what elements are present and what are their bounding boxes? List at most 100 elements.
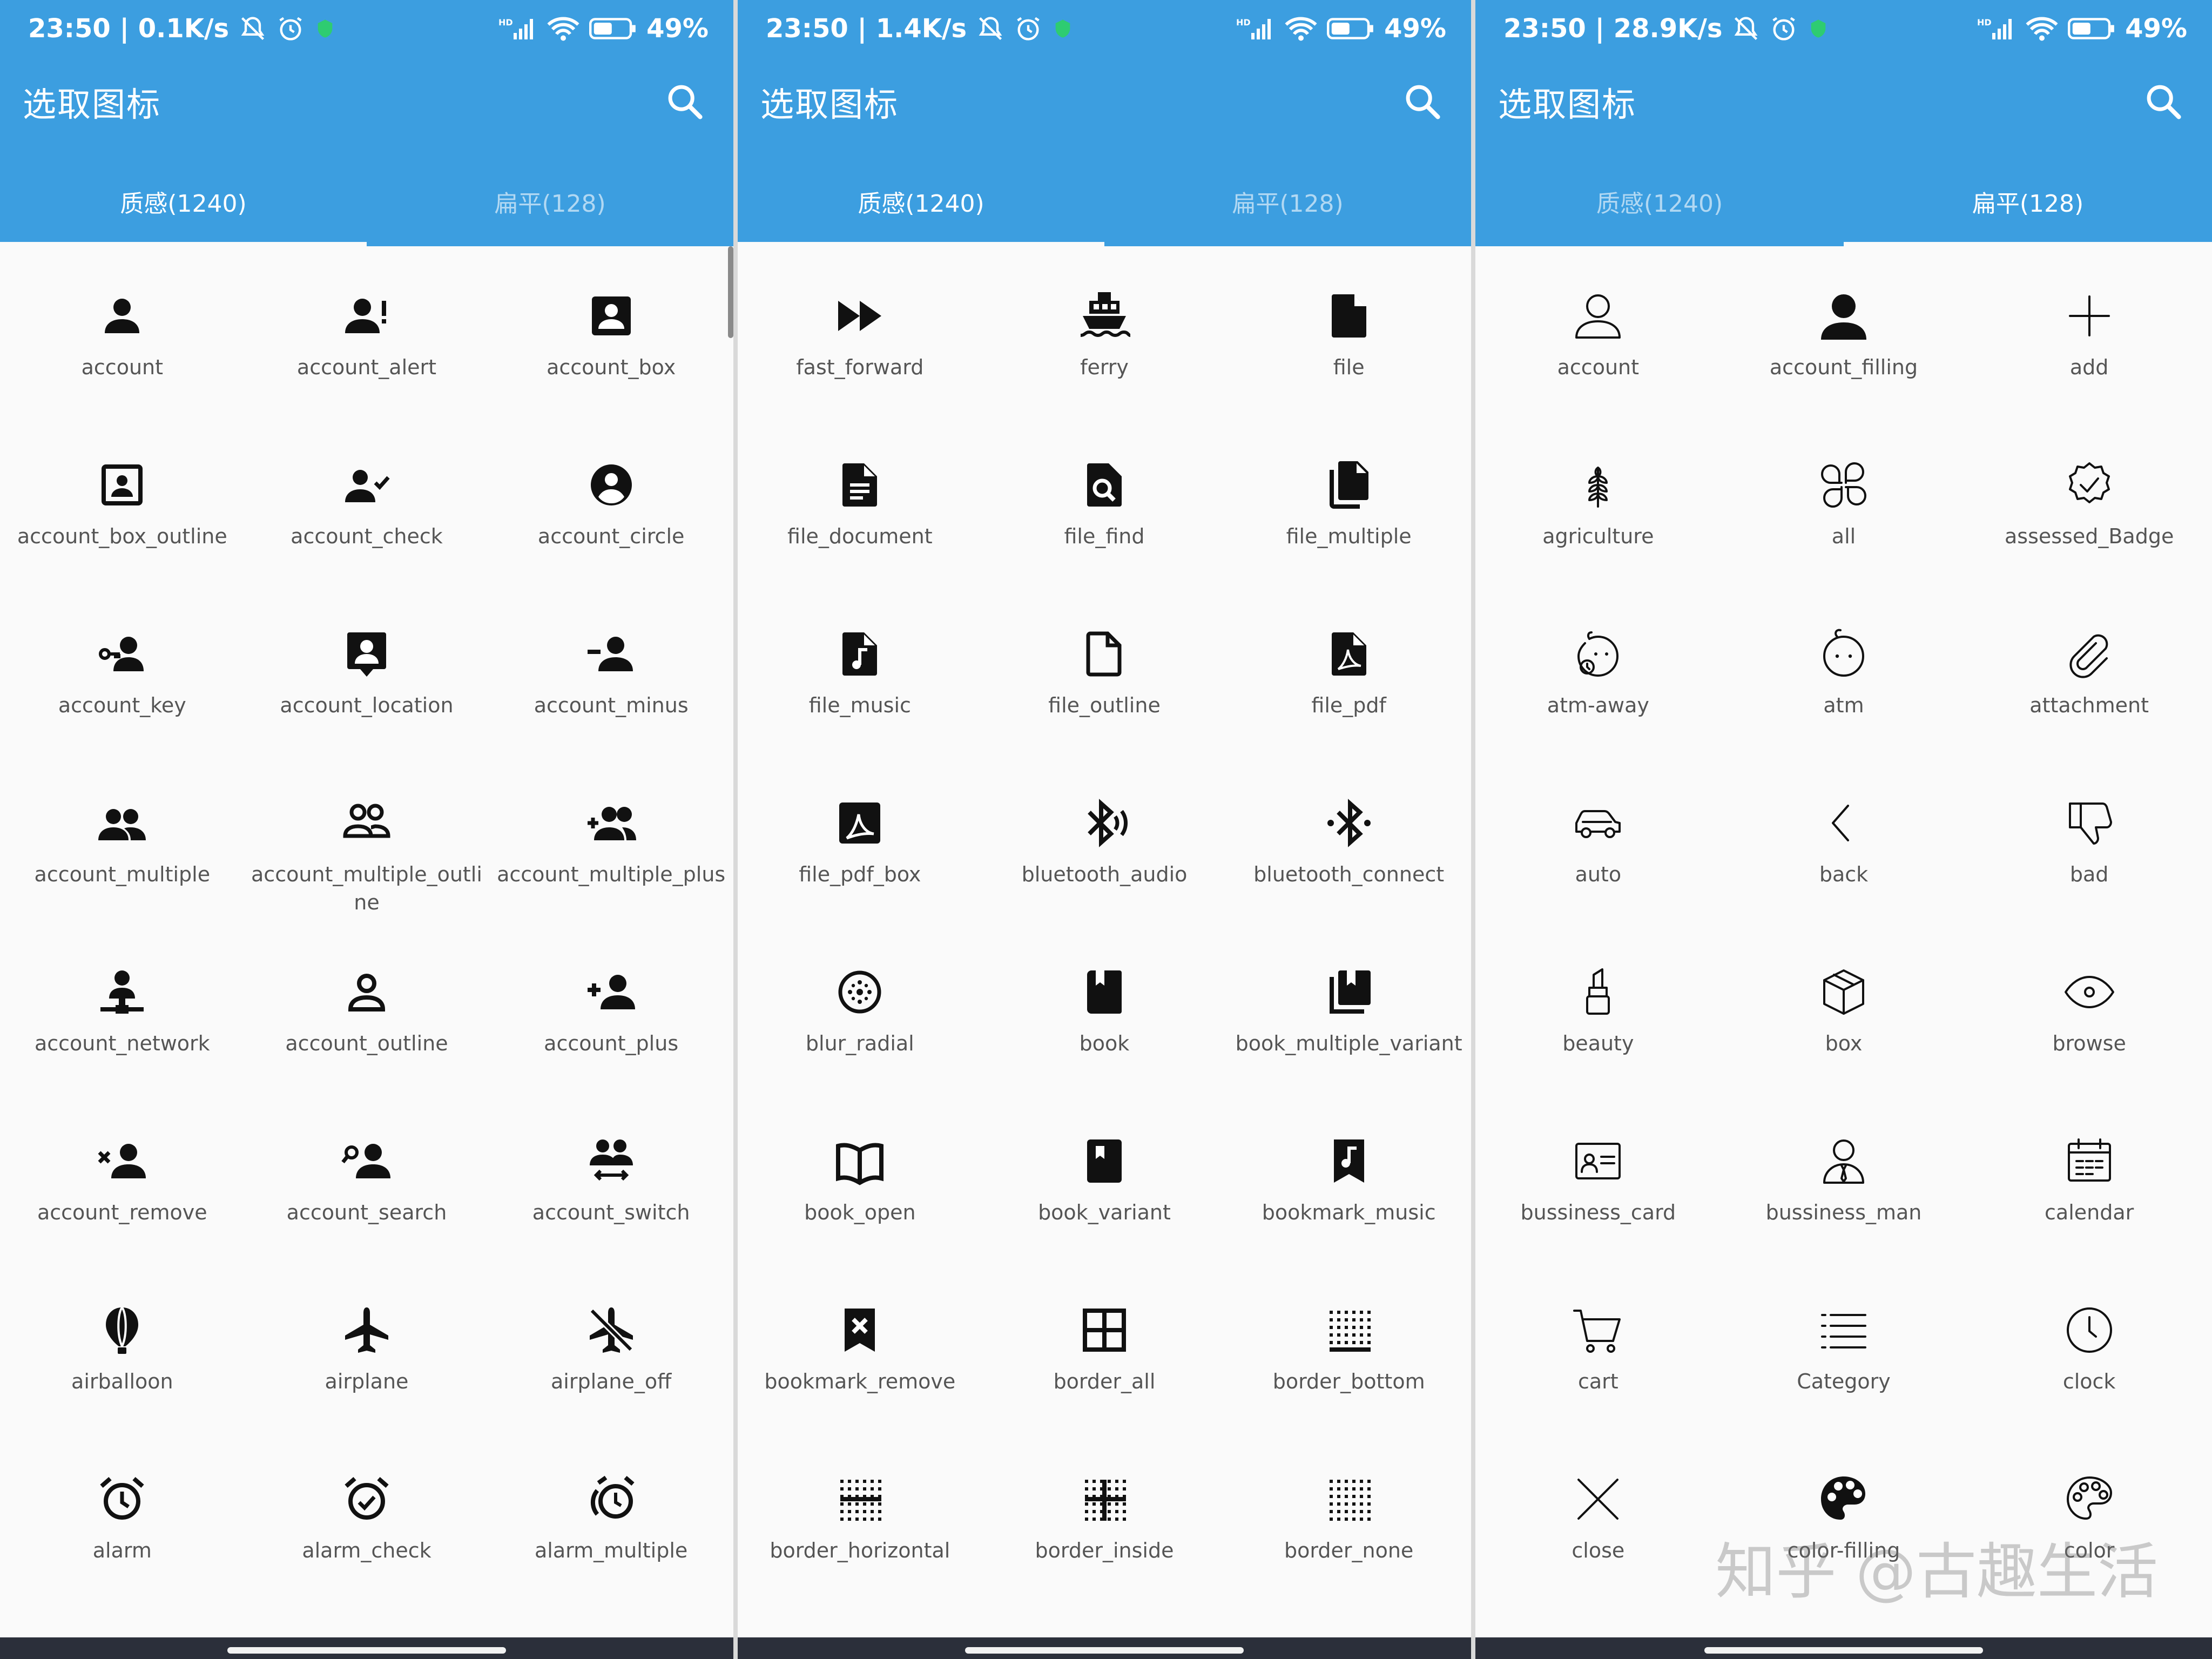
icon-grid-item[interactable]: border_inside <box>982 1442 1227 1611</box>
icon-grid-item[interactable]: border_none <box>1226 1442 1471 1611</box>
icon-grid-item[interactable]: book_variant <box>982 1104 1227 1273</box>
icon-grid-item[interactable]: ferry <box>982 259 1227 428</box>
icon-grid-item[interactable]: account_plus <box>489 935 733 1104</box>
tab-flat[interactable]: 扁平(128) <box>367 172 733 231</box>
icon-grid-item[interactable]: auto <box>1475 766 1721 935</box>
icon-grid-item[interactable]: cart <box>1475 1273 1721 1442</box>
icon-grid-item[interactable]: account_multiple_outline <box>245 766 489 935</box>
icon-grid-item[interactable]: file_music <box>738 597 982 766</box>
icon-grid-item[interactable]: book_multiple_variant <box>1226 935 1471 1104</box>
icon-grid-item[interactable]: book <box>982 935 1227 1104</box>
battery-icon <box>1327 18 1373 39</box>
icon-grid-item[interactable]: border_horizontal <box>738 1442 982 1611</box>
people-icon <box>92 793 152 853</box>
alarm-status-icon <box>1772 17 1796 41</box>
icon-grid-item[interactable]: account <box>0 259 245 428</box>
icon-grid-item[interactable]: airplane <box>245 1273 489 1442</box>
icon-grid-item[interactable]: file_document <box>738 428 982 597</box>
icon-grid-item[interactable]: alarm_check <box>245 1442 489 1611</box>
icon-grid-item[interactable]: calendar <box>1966 1104 2212 1273</box>
icon-grid-item[interactable]: bluetooth_connect <box>1226 766 1471 935</box>
tab-material[interactable]: 质感(1240) <box>1475 172 1844 231</box>
tab-flat[interactable]: 扁平(128) <box>1844 172 2212 246</box>
icon-grid-item[interactable]: account_filling <box>1721 259 1967 428</box>
icon-grid-item[interactable]: file_outline <box>982 597 1227 766</box>
icon-grid-item[interactable]: clock <box>1966 1273 2212 1442</box>
icon-label: alarm_multiple <box>535 1539 688 1562</box>
scrollbar[interactable] <box>728 246 733 338</box>
tab-material[interactable]: 质感(1240) <box>738 172 1104 246</box>
icon-grid-item[interactable]: account_switch <box>489 1104 733 1273</box>
tab-material[interactable]: 质感(1240) <box>0 172 367 246</box>
icon-grid-item[interactable]: close <box>1475 1442 1721 1611</box>
icon-grid-item[interactable]: back <box>1721 766 1967 935</box>
icon-grid-item[interactable]: account_box <box>489 259 733 428</box>
icon-grid-item[interactable]: account_key <box>0 597 245 766</box>
icon-grid-item[interactable]: account_remove <box>0 1104 245 1273</box>
icon-grid-item[interactable]: file_multiple <box>1226 428 1471 597</box>
icon-grid-item[interactable]: attachment <box>1966 597 2212 766</box>
search-icon[interactable] <box>664 81 705 122</box>
file-icon <box>1319 286 1379 346</box>
icon-grid-item[interactable]: fast_forward <box>738 259 982 428</box>
icon-grid-item[interactable]: account_network <box>0 935 245 1104</box>
icon-grid-item[interactable]: account_search <box>245 1104 489 1273</box>
icon-grid-item[interactable]: atm-away <box>1475 597 1721 766</box>
icon-label: account_remove <box>37 1201 207 1224</box>
icon-grid-item[interactable]: account_circle <box>489 428 733 597</box>
icon-grid-item[interactable]: account <box>1475 259 1721 428</box>
icon-grid-item[interactable]: box <box>1721 935 1967 1104</box>
icon-grid-item[interactable]: agriculture <box>1475 428 1721 597</box>
icon-grid-item[interactable]: bad <box>1966 766 2212 935</box>
icon-grid-item[interactable]: airballoon <box>0 1273 245 1442</box>
icon-grid-item[interactable]: bluetooth_audio <box>982 766 1227 935</box>
icon-label: ferry <box>1080 355 1129 379</box>
home-indicator[interactable] <box>965 1647 1244 1654</box>
icon-grid-item[interactable]: account_outline <box>245 935 489 1104</box>
lipstick-icon <box>1568 962 1628 1022</box>
icon-grid-item[interactable]: border_all <box>982 1273 1227 1442</box>
icon-grid-item[interactable]: airplane_off <box>489 1273 733 1442</box>
icon-grid-item[interactable]: beauty <box>1475 935 1721 1104</box>
icon-grid-item[interactable]: account_check <box>245 428 489 597</box>
icon-grid-item[interactable]: all <box>1721 428 1967 597</box>
icon-grid-item[interactable]: browse <box>1966 935 2212 1104</box>
bluetooth-connect-icon <box>1319 793 1379 853</box>
icon-grid-item[interactable]: bussiness_card <box>1475 1104 1721 1273</box>
icon-grid-item[interactable]: account_multiple <box>0 766 245 935</box>
icon-grid-item[interactable]: bookmark_music <box>1226 1104 1471 1273</box>
icon-grid-item[interactable]: Category <box>1721 1273 1967 1442</box>
icon-grid-item[interactable]: account_location <box>245 597 489 766</box>
icon-grid-item[interactable]: assessed_Badge <box>1966 428 2212 597</box>
home-indicator[interactable] <box>227 1647 506 1654</box>
icon-grid-item[interactable]: add <box>1966 259 2212 428</box>
icon-grid-item[interactable]: atm <box>1721 597 1967 766</box>
clock-icon <box>2060 1300 2119 1360</box>
icon-grid-item[interactable]: blur_radial <box>738 935 982 1104</box>
icon-grid-item[interactable]: bookmark_remove <box>738 1273 982 1442</box>
file-pdf-icon <box>1319 624 1379 684</box>
icon-grid-item[interactable]: book_open <box>738 1104 982 1273</box>
icon-grid-item[interactable]: account_multiple_plus <box>489 766 733 935</box>
home-indicator[interactable] <box>1704 1647 1983 1654</box>
icon-grid-item[interactable]: bussiness_man <box>1721 1104 1967 1273</box>
icon-grid-item[interactable]: border_bottom <box>1226 1273 1471 1442</box>
signal-icon: HD <box>1236 17 1271 39</box>
icon-label: atm <box>1823 693 1864 717</box>
icon-grid-item[interactable]: account_minus <box>489 597 733 766</box>
icon-grid-item[interactable]: alarm_multiple <box>489 1442 733 1611</box>
tab-flat[interactable]: 扁平(128) <box>1104 172 1471 231</box>
icon-grid-item[interactable]: alarm <box>0 1442 245 1611</box>
icon-grid-item[interactable]: file_pdf <box>1226 597 1471 766</box>
icon-grid-item[interactable]: account_box_outline <box>0 428 245 597</box>
search-icon[interactable] <box>1402 81 1443 122</box>
icon-label: account_multiple <box>34 862 211 886</box>
search-icon[interactable] <box>2143 81 2184 122</box>
wheat-icon <box>1568 455 1628 515</box>
icon-grid-item[interactable]: account_alert <box>245 259 489 428</box>
icon-grid-item[interactable]: file_pdf_box <box>738 766 982 935</box>
bookmark-music-icon <box>1319 1131 1379 1191</box>
status-bar: 23:50 | 0.1K/s HD 49% <box>28 10 709 48</box>
icon-grid-item[interactable]: file_find <box>982 428 1227 597</box>
icon-grid-item[interactable]: file <box>1226 259 1471 428</box>
